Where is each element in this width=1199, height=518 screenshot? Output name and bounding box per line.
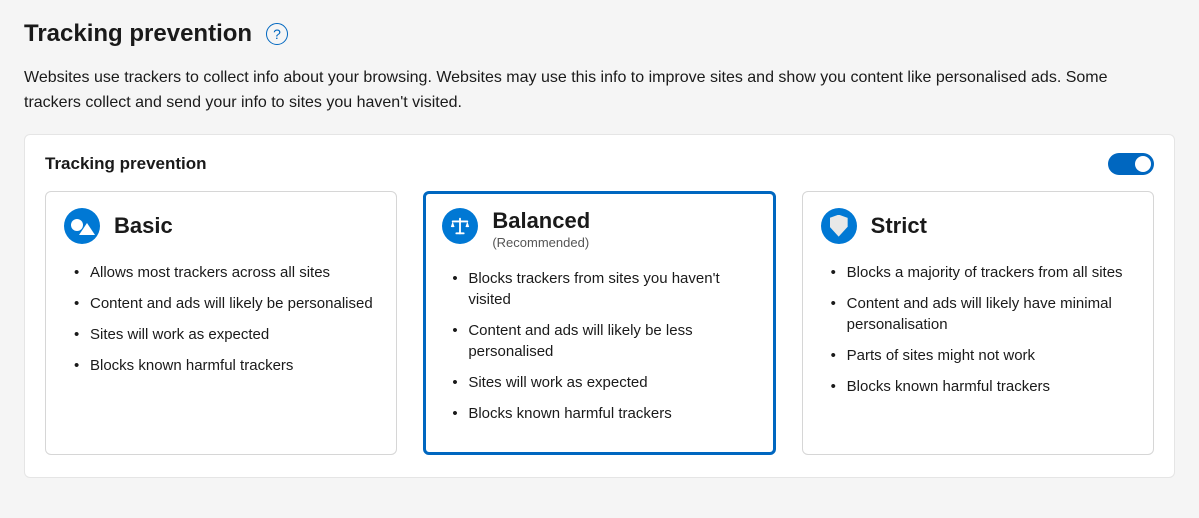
list-item: Blocks known harmful trackers — [825, 376, 1135, 397]
option-basic[interactable]: Basic Allows most trackers across all si… — [45, 191, 397, 455]
scales-icon — [442, 208, 478, 244]
list-item: Blocks known harmful trackers — [446, 403, 756, 424]
prevention-options: Basic Allows most trackers across all si… — [45, 191, 1154, 455]
option-balanced-title: Balanced — [492, 208, 590, 233]
option-basic-title: Basic — [114, 213, 173, 238]
list-item: Content and ads will likely have minimal… — [825, 293, 1135, 335]
list-item: Sites will work as expected — [68, 324, 378, 345]
option-balanced-subtitle: (Recommended) — [492, 235, 590, 250]
page-title: Tracking prevention — [24, 20, 252, 48]
option-strict-title: Strict — [871, 213, 927, 238]
basic-icon — [64, 208, 100, 244]
list-item: Sites will work as expected — [446, 372, 756, 393]
card-header: Tracking prevention — [45, 153, 1154, 175]
option-basic-bullets: Allows most trackers across all sites Co… — [64, 262, 378, 376]
list-item: Blocks trackers from sites you haven't v… — [446, 268, 756, 310]
help-icon[interactable]: ? — [266, 23, 288, 45]
card-title: Tracking prevention — [45, 154, 207, 174]
list-item: Allows most trackers across all sites — [68, 262, 378, 283]
option-strict-bullets: Blocks a majority of trackers from all s… — [821, 262, 1135, 397]
option-balanced[interactable]: Balanced (Recommended) Blocks trackers f… — [423, 191, 775, 455]
tracking-prevention-card: Tracking prevention Basic Allows most tr… — [24, 134, 1175, 478]
option-balanced-bullets: Blocks trackers from sites you haven't v… — [442, 268, 756, 424]
option-basic-header: Basic — [64, 208, 378, 244]
list-item: Content and ads will likely be less pers… — [446, 320, 756, 362]
list-item: Blocks a majority of trackers from all s… — [825, 262, 1135, 283]
list-item: Blocks known harmful trackers — [68, 355, 378, 376]
section-header: Tracking prevention ? — [24, 20, 1175, 48]
section-description: Websites use trackers to collect info ab… — [24, 66, 1164, 116]
option-balanced-header: Balanced (Recommended) — [442, 208, 756, 250]
shield-icon — [821, 208, 857, 244]
option-strict[interactable]: Strict Blocks a majority of trackers fro… — [802, 191, 1154, 455]
tracking-prevention-toggle[interactable] — [1108, 153, 1154, 175]
option-strict-header: Strict — [821, 208, 1135, 244]
list-item: Content and ads will likely be personali… — [68, 293, 378, 314]
list-item: Parts of sites might not work — [825, 345, 1135, 366]
